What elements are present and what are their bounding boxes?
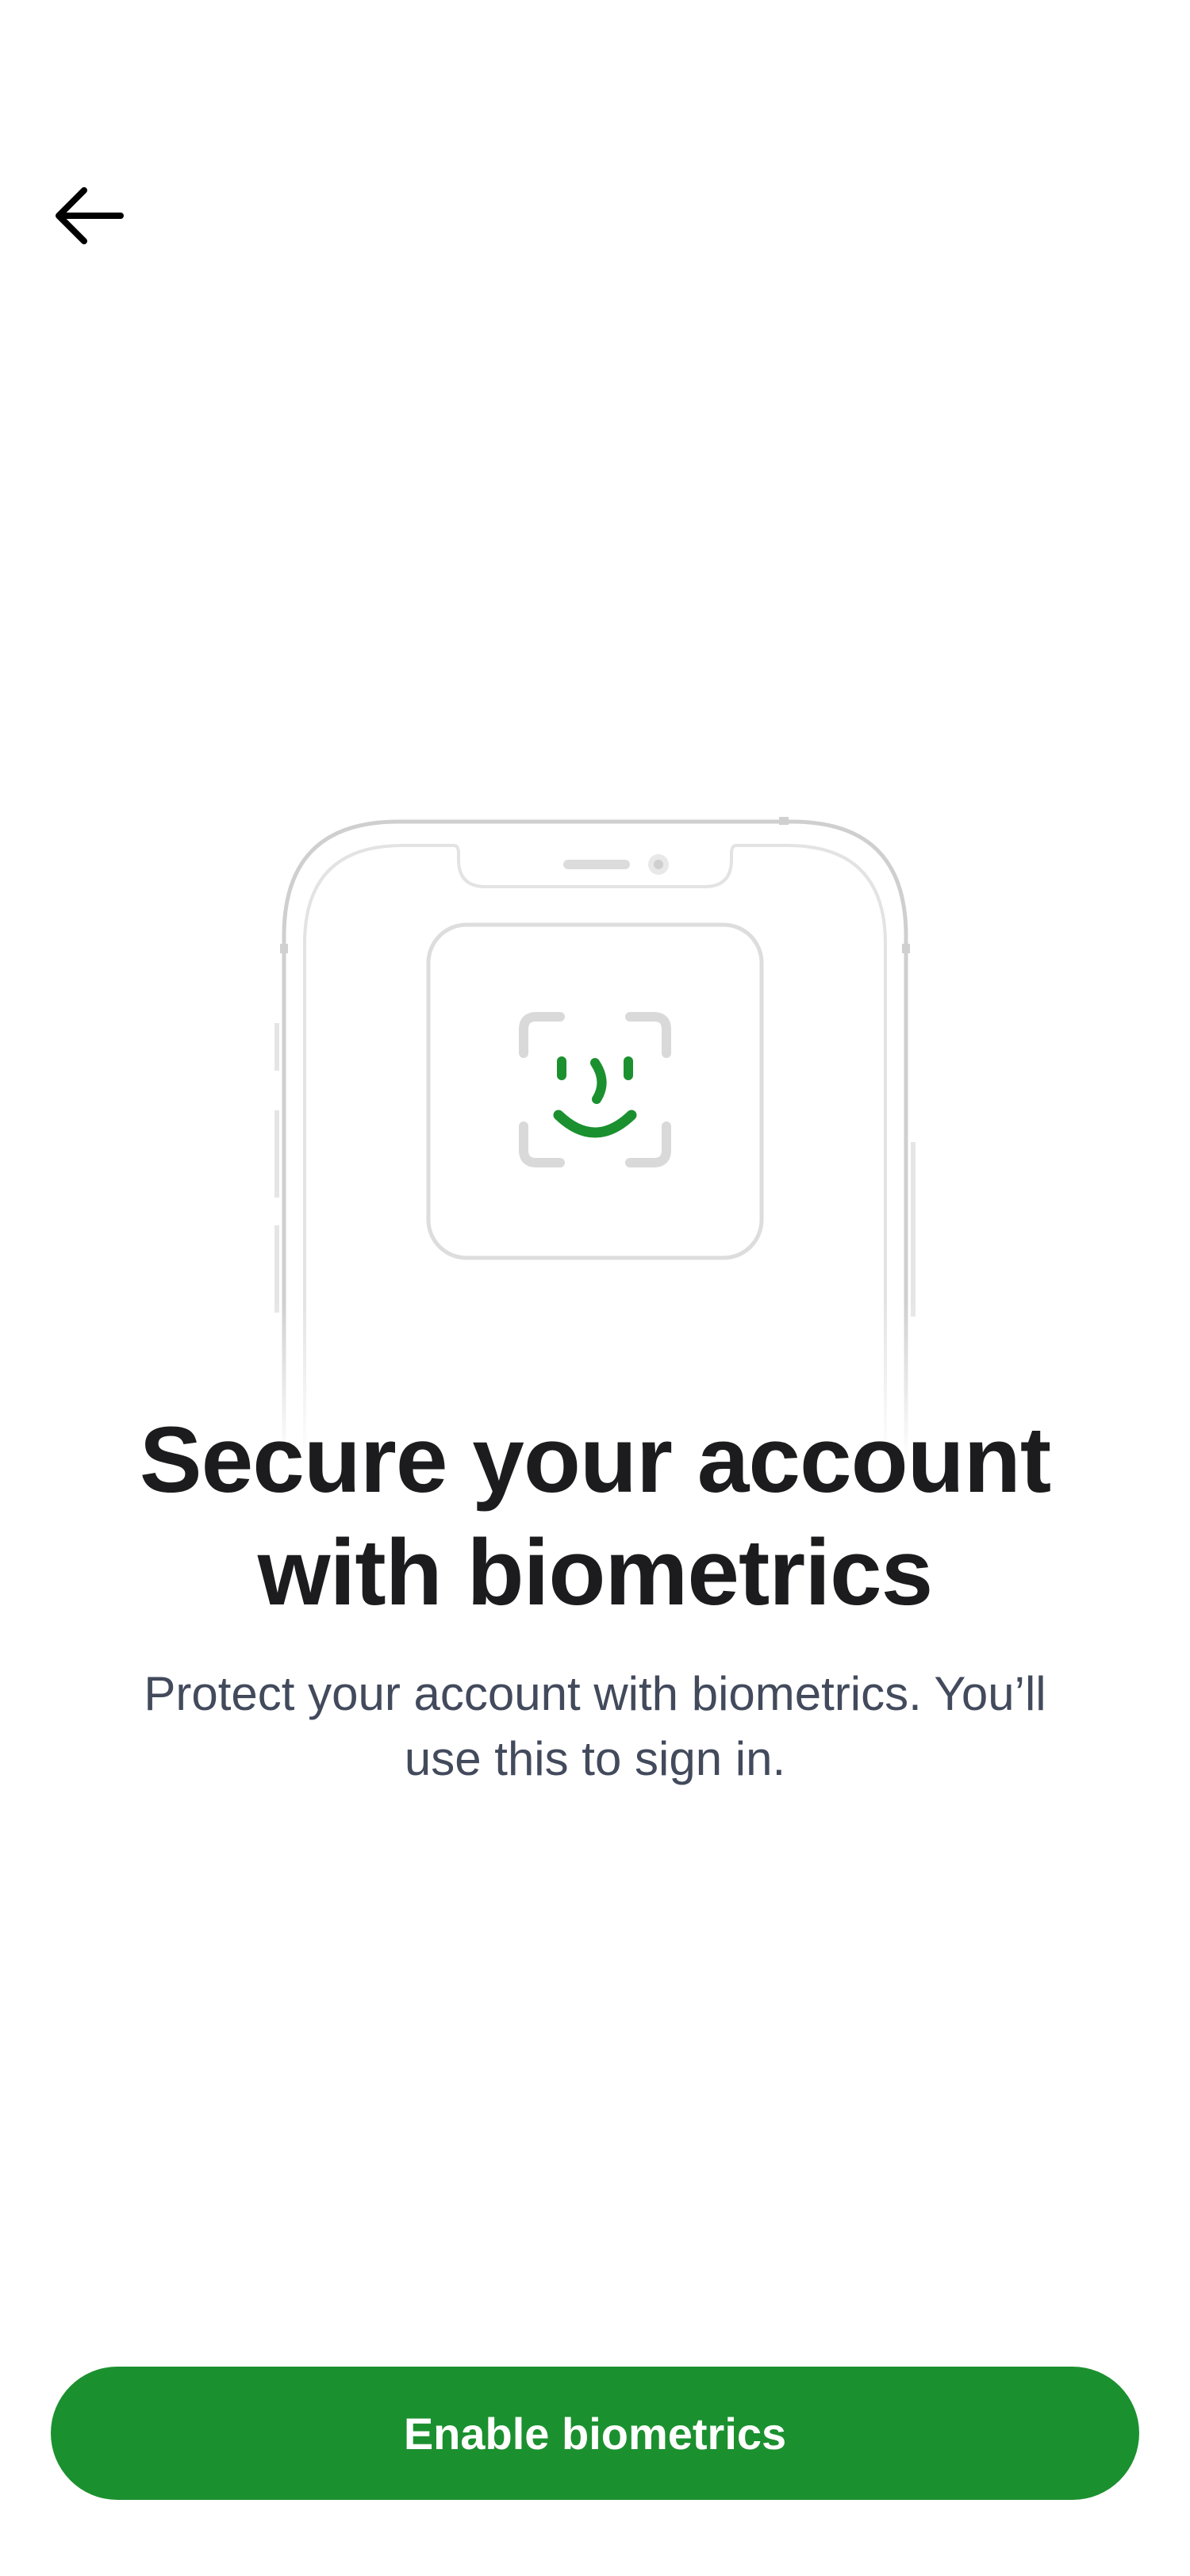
page-title: Secure your account with biometrics	[95, 1404, 1095, 1629]
title-line-1: Secure your account	[139, 1408, 1051, 1512]
description-line-2: use this to sign in.	[404, 1732, 786, 1785]
page-description: Protect your account with biometrics. Yo…	[95, 1662, 1095, 1792]
back-button[interactable]	[46, 176, 133, 255]
enable-biometrics-label: Enable biometrics	[403, 2408, 787, 2459]
arrow-left-icon	[56, 187, 124, 244]
description-line-1: Protect your account with biometrics. Yo…	[144, 1667, 1046, 1720]
title-line-2: with biometrics	[257, 1520, 933, 1625]
enable-biometrics-button[interactable]: Enable biometrics	[51, 2367, 1139, 2500]
